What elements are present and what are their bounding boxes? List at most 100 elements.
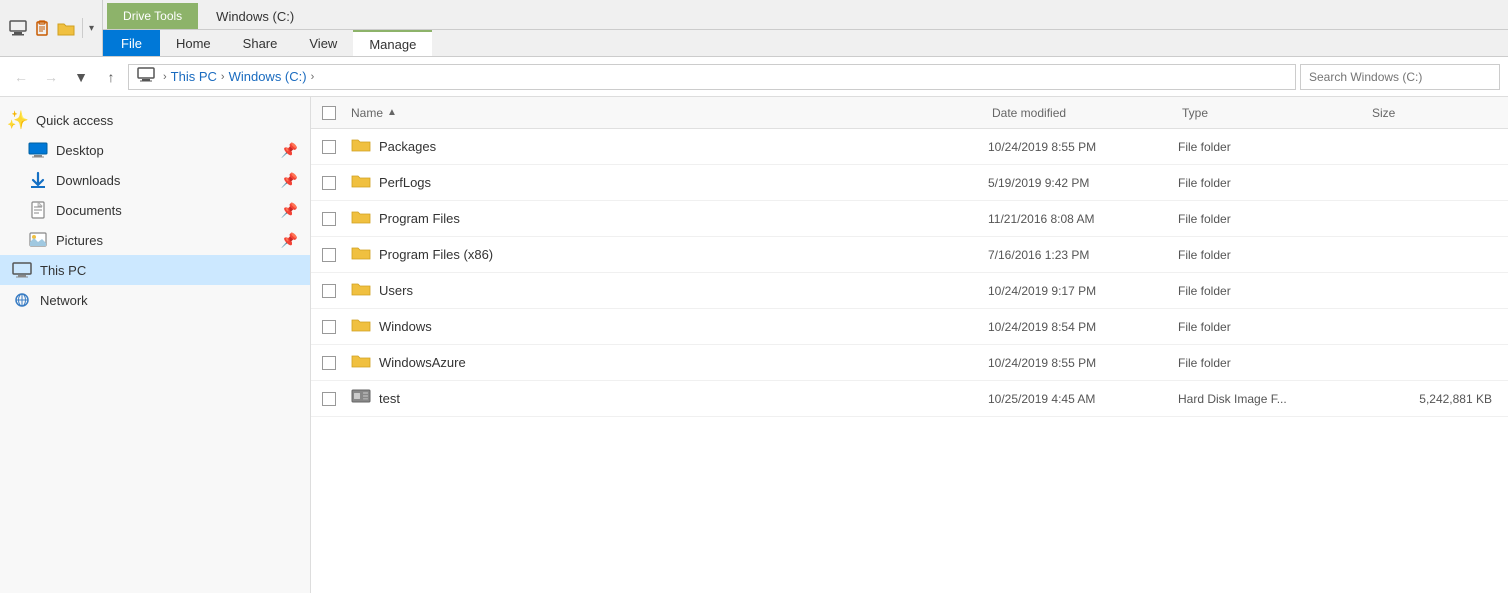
file-name: Users xyxy=(379,283,413,298)
file-name-cell: Program Files xyxy=(347,208,988,229)
pin-icon-desktop: 📌 xyxy=(281,142,298,159)
breadcrumb-windows-c[interactable]: Windows (C:) xyxy=(229,69,307,84)
table-row[interactable]: Windows 10/24/2019 8:54 PM File folder xyxy=(311,309,1508,345)
breadcrumb-bar[interactable]: › This PC › Windows (C:) › xyxy=(128,64,1296,90)
file-type: File folder xyxy=(1178,212,1368,226)
row-checkbox-cell[interactable] xyxy=(311,248,347,262)
header-checkbox-cell[interactable] xyxy=(311,106,347,120)
col-header-size[interactable]: Size xyxy=(1368,106,1508,120)
sidebar-label-downloads: Downloads xyxy=(56,173,120,188)
qat-customize[interactable]: ▾ xyxy=(89,23,94,34)
file-name-cell: WindowsAzure xyxy=(347,352,988,373)
tab-share[interactable]: Share xyxy=(227,30,294,56)
table-row[interactable]: test 10/25/2019 4:45 AM Hard Disk Image … xyxy=(311,381,1508,417)
title-bar: ▾ Drive Tools Windows (C:) File Home Sha… xyxy=(0,0,1508,57)
file-size: 5,242,881 KB xyxy=(1368,392,1508,406)
sidebar-label-desktop: Desktop xyxy=(56,143,104,158)
sidebar-item-this-pc[interactable]: This PC xyxy=(0,255,310,285)
table-row[interactable]: Users 10/24/2019 9:17 PM File folder xyxy=(311,273,1508,309)
tab-home[interactable]: Home xyxy=(160,30,227,56)
tab-view[interactable]: View xyxy=(293,30,353,56)
breadcrumb-sep-2: › xyxy=(221,71,225,83)
pin-icon-documents: 📌 xyxy=(281,202,298,219)
row-checkbox-cell[interactable] xyxy=(311,320,347,334)
file-name-cell: Packages xyxy=(347,136,988,157)
breadcrumb-sep-3: › xyxy=(311,71,315,83)
file-list-header: Name ▲ Date modified Type Size xyxy=(311,97,1508,129)
file-type: File folder xyxy=(1178,176,1368,190)
qat-folder-icon[interactable] xyxy=(56,18,76,38)
file-date: 10/24/2019 8:54 PM xyxy=(988,320,1178,334)
file-name: Packages xyxy=(379,139,436,154)
tab-file[interactable]: File xyxy=(103,30,160,56)
row-checkbox[interactable] xyxy=(322,356,336,370)
file-name: PerfLogs xyxy=(379,175,431,190)
file-type: File folder xyxy=(1178,284,1368,298)
file-type: File folder xyxy=(1178,356,1368,370)
tab-manage[interactable]: Manage xyxy=(353,30,432,56)
file-list-area: Name ▲ Date modified Type Size Packages … xyxy=(311,97,1508,593)
select-all-checkbox[interactable] xyxy=(322,106,336,120)
breadcrumb-drive-icon xyxy=(137,66,155,87)
row-checkbox[interactable] xyxy=(322,284,336,298)
col-header-date[interactable]: Date modified xyxy=(988,106,1178,120)
file-date: 10/24/2019 8:55 PM xyxy=(988,356,1178,370)
sidebar-item-documents[interactable]: Documents 📌 xyxy=(0,195,310,225)
row-checkbox[interactable] xyxy=(322,140,336,154)
row-checkbox-cell[interactable] xyxy=(311,212,347,226)
disk-icon xyxy=(351,388,371,409)
documents-icon xyxy=(28,200,48,220)
row-checkbox[interactable] xyxy=(322,248,336,262)
table-row[interactable]: WindowsAzure 10/24/2019 8:55 PM File fol… xyxy=(311,345,1508,381)
file-date: 11/21/2016 8:08 AM xyxy=(988,212,1178,226)
file-date: 5/19/2019 9:42 PM xyxy=(988,176,1178,190)
sidebar: ✨ Quick access Desktop 📌 D xyxy=(0,97,311,593)
folder-icon xyxy=(351,316,371,337)
file-rows-container: Packages 10/24/2019 8:55 PM File folder … xyxy=(311,129,1508,417)
row-checkbox[interactable] xyxy=(322,212,336,226)
main-area: ✨ Quick access Desktop 📌 D xyxy=(0,97,1508,593)
row-checkbox[interactable] xyxy=(322,320,336,334)
table-row[interactable]: Packages 10/24/2019 8:55 PM File folder xyxy=(311,129,1508,165)
row-checkbox[interactable] xyxy=(322,176,336,190)
sidebar-label-this-pc: This PC xyxy=(40,263,86,278)
file-name: Windows xyxy=(379,319,432,334)
table-row[interactable]: Program Files (x86) 7/16/2016 1:23 PM Fi… xyxy=(311,237,1508,273)
drive-tools-label: Drive Tools xyxy=(107,3,198,29)
sidebar-item-quick-access[interactable]: ✨ Quick access xyxy=(0,105,310,135)
qat-pc-icon[interactable] xyxy=(8,18,28,38)
back-button: ← xyxy=(8,64,34,90)
folder-icon xyxy=(351,136,371,157)
sidebar-item-downloads[interactable]: Downloads 📌 xyxy=(0,165,310,195)
sidebar-item-network[interactable]: Network xyxy=(0,285,310,315)
file-name: WindowsAzure xyxy=(379,355,466,370)
file-date: 10/24/2019 8:55 PM xyxy=(988,140,1178,154)
qat-clipboard-icon[interactable] xyxy=(32,18,52,38)
sidebar-item-desktop[interactable]: Desktop 📌 xyxy=(0,135,310,165)
table-row[interactable]: Program Files 11/21/2016 8:08 AM File fo… xyxy=(311,201,1508,237)
sidebar-label-documents: Documents xyxy=(56,203,122,218)
ribbon-tabs-area: Drive Tools Windows (C:) File Home Share… xyxy=(103,0,1508,56)
row-checkbox-cell[interactable] xyxy=(311,392,347,406)
col-header-type[interactable]: Type xyxy=(1178,106,1368,120)
recent-locations-button[interactable]: ▼ xyxy=(68,64,94,90)
file-date: 10/25/2019 4:45 AM xyxy=(988,392,1178,406)
breadcrumb-this-pc[interactable]: This PC xyxy=(171,69,217,84)
file-type: File folder xyxy=(1178,140,1368,154)
row-checkbox[interactable] xyxy=(322,392,336,406)
row-checkbox-cell[interactable] xyxy=(311,284,347,298)
table-row[interactable]: PerfLogs 5/19/2019 9:42 PM File folder xyxy=(311,165,1508,201)
this-pc-icon xyxy=(12,260,32,280)
downloads-icon xyxy=(28,170,48,190)
sidebar-label-pictures: Pictures xyxy=(56,233,103,248)
folder-icon xyxy=(351,208,371,229)
sidebar-item-pictures[interactable]: Pictures 📌 xyxy=(0,225,310,255)
row-checkbox-cell[interactable] xyxy=(311,140,347,154)
row-checkbox-cell[interactable] xyxy=(311,356,347,370)
col-header-name[interactable]: Name ▲ xyxy=(347,106,988,120)
row-checkbox-cell[interactable] xyxy=(311,176,347,190)
window-title: Windows (C:) xyxy=(200,3,310,29)
up-button[interactable]: ↑ xyxy=(98,64,124,90)
search-input[interactable] xyxy=(1300,64,1500,90)
sidebar-label-network: Network xyxy=(40,293,88,308)
